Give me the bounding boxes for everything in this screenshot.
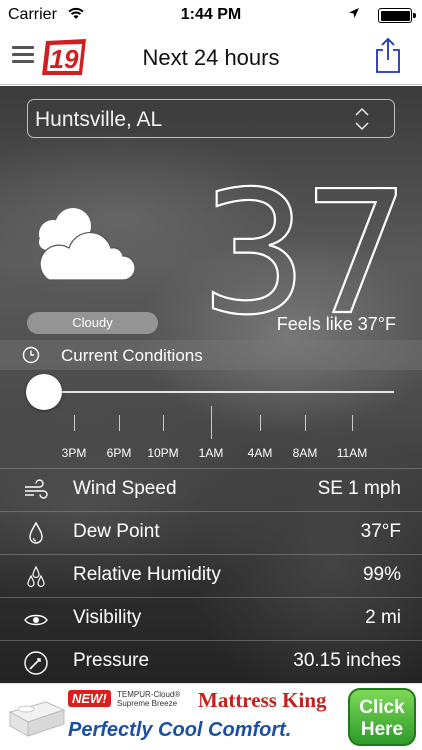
detail-row-wind: Wind Speed SE 1 mph [0, 468, 422, 510]
timeline-label: 3PM [61, 446, 87, 460]
timeline-tick-major [211, 406, 212, 439]
detail-row-humidity: Relative Humidity 99% [0, 554, 422, 596]
feels-like-text: Feels like 37°F [276, 314, 396, 334]
detail-label: Visibility [73, 607, 142, 628]
up-down-chevron-icon [355, 107, 369, 131]
location-value: Huntsville, AL [35, 108, 163, 131]
timeline-tick [74, 415, 75, 431]
ad-new-badge: NEW! [68, 690, 111, 707]
current-conditions-header: Current Conditions [0, 340, 422, 370]
ad-product-line: TEMPUR-Cloud® Supreme Breeze [117, 690, 181, 708]
mattress-image [8, 701, 66, 737]
timeline-label: 10PM [147, 446, 179, 460]
ad-tagline: Perfectly Cool Comfort. [68, 719, 292, 741]
timeline-track[interactable] [44, 391, 394, 393]
timeline-label: 6PM [106, 446, 132, 460]
ad-cta-line2: Here [360, 719, 404, 740]
detail-row-visibility: Visibility 2 mi [0, 597, 422, 639]
ad-brand: Mattress King [198, 688, 327, 712]
detail-row-dew-point: Dew Point 37°F [0, 511, 422, 553]
detail-row-pressure: Pressure 30.15 inches [0, 640, 422, 682]
timeline-tick [305, 415, 306, 431]
wind-icon [25, 479, 48, 499]
timeline-slider-thumb[interactable] [26, 374, 62, 410]
current-conditions-label: Current Conditions [61, 346, 203, 365]
svg-text:37°: 37° [200, 172, 410, 322]
timeline-tick [163, 415, 164, 431]
detail-value: 2 mi [365, 607, 401, 628]
detail-value: 37°F [360, 521, 401, 542]
timeline-label: 4AM [247, 446, 273, 460]
timeline-label: 11AM [336, 446, 368, 460]
location-arrow-icon [349, 8, 359, 18]
location-select[interactable]: Huntsville, AL [27, 99, 395, 138]
timeline-tick [352, 415, 353, 431]
cloud-icon [39, 208, 135, 281]
weather-panel: Huntsville, AL Cloudy 37° Feels like 37°… [0, 86, 422, 683]
humidity-icon [27, 565, 45, 588]
condition-label: Cloudy [27, 312, 158, 334]
share-icon[interactable] [374, 36, 402, 74]
timeline-label: 8AM [292, 446, 318, 460]
timeline-tick [119, 415, 120, 431]
timeline-label: 1AM [198, 446, 224, 460]
pressure-gauge-icon [24, 651, 48, 675]
clock-icon [22, 346, 40, 364]
detail-label: Pressure [73, 650, 150, 671]
ad-banner[interactable]: NEW! TEMPUR-Cloud® Supreme Breeze Mattre… [0, 683, 422, 750]
ad-click-here-button[interactable]: Click Here [348, 688, 416, 746]
eye-icon [24, 614, 48, 626]
detail-label: Wind Speed [73, 478, 177, 499]
nav-bar: 19 Next 24 hours [0, 30, 422, 85]
status-bar: Carrier 1:44 PM [0, 0, 422, 30]
page-title: Next 24 hours [142, 45, 280, 70]
detail-label: Dew Point [73, 521, 160, 542]
detail-label: Relative Humidity [73, 564, 221, 585]
temperature-display: 37° [200, 172, 410, 322]
detail-value: 30.15 inches [293, 650, 401, 671]
detail-value: SE 1 mph [317, 478, 401, 499]
dew-drop-icon [29, 521, 43, 544]
detail-value: 99% [362, 564, 401, 585]
timeline-tick [260, 415, 261, 431]
battery-icon [378, 8, 416, 23]
ad-cta-line1: Click [359, 697, 405, 718]
